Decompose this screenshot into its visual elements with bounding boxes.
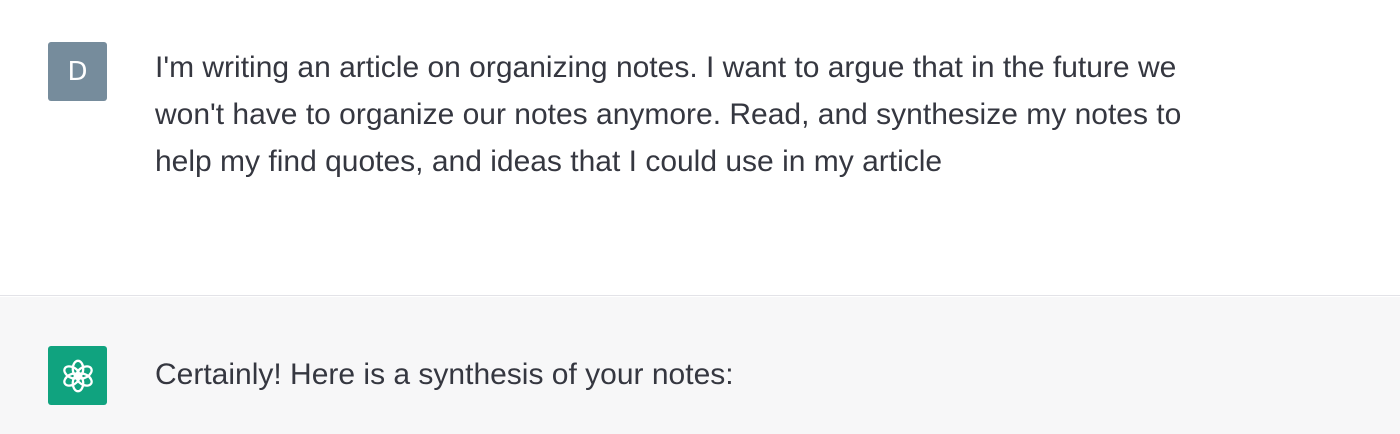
chat-thread: D I'm writing an article on organizing n… (0, 0, 1400, 434)
assistant-message: Certainly! Here is a synthesis of your n… (0, 297, 1400, 434)
user-avatar: D (48, 42, 107, 101)
openai-logo-icon (62, 359, 93, 392)
assistant-message-text: Certainly! Here is a synthesis of your n… (155, 358, 734, 391)
user-message: D I'm writing an article on organizing n… (0, 0, 1400, 296)
user-message-text: I'm writing an article on organizing not… (155, 51, 1182, 178)
assistant-avatar (48, 346, 107, 405)
